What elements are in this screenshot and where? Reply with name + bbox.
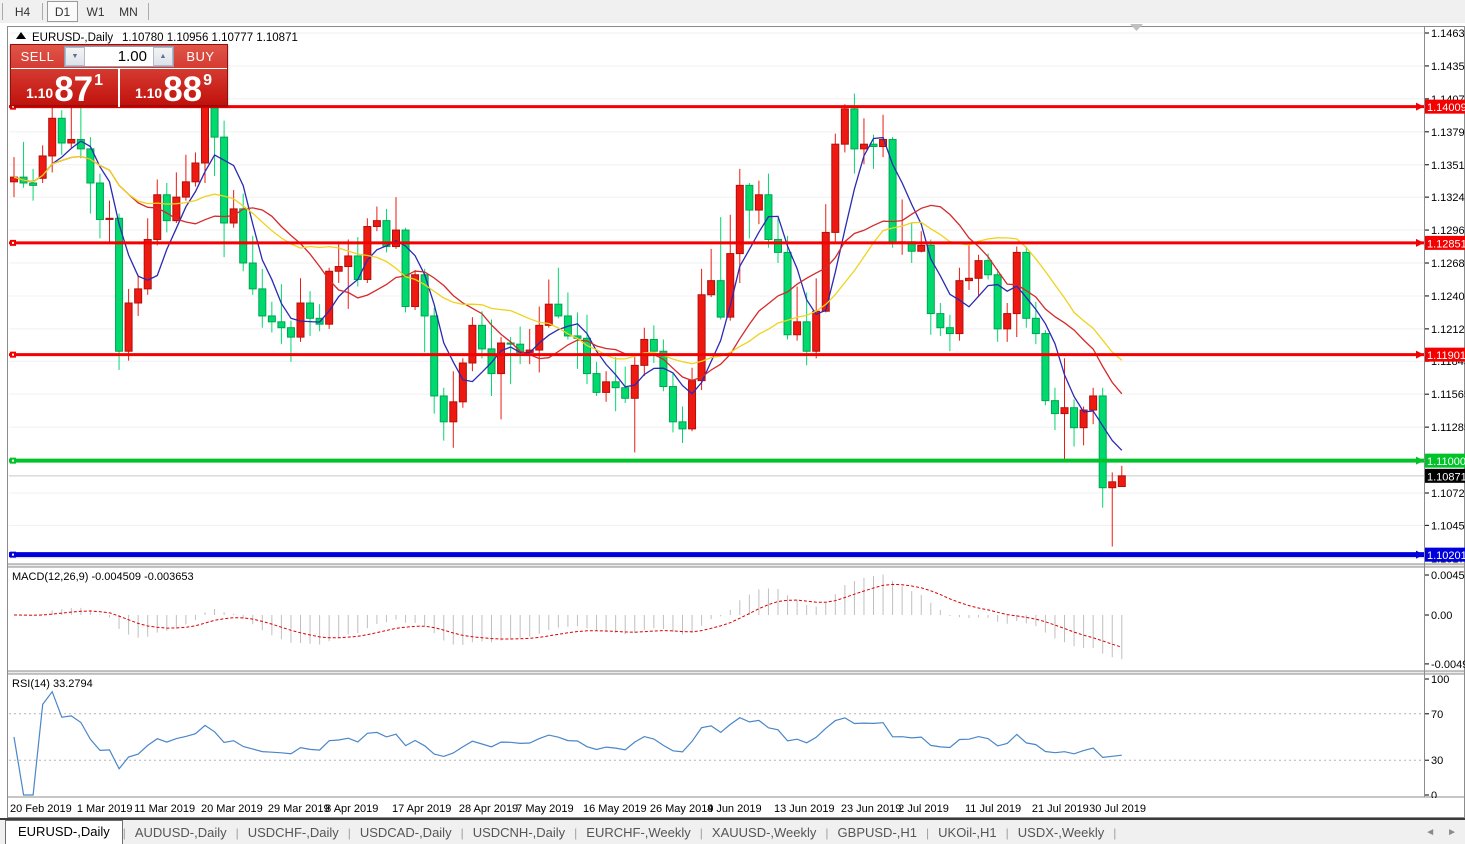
buy-price[interactable]: 1.10 88 9 (120, 69, 227, 107)
tab-usdchf[interactable]: USDCHF-,Daily (239, 822, 348, 844)
price-tick-label: 1.11565 (1431, 389, 1465, 401)
buy-price-prefix: 1.10 (135, 85, 162, 101)
tab-usdcnh[interactable]: USDCNH-,Daily (464, 822, 574, 844)
date-tick-label: 7 May 2019 (516, 803, 573, 815)
chart-title: EURUSD-,Daily (32, 32, 113, 44)
rsi-tick-label: 70 (1431, 709, 1443, 721)
date-tick-label: 11 Jul 2019 (965, 803, 1021, 815)
toolbar-separator (2, 3, 3, 20)
price-tick-label: 1.12120 (1431, 324, 1465, 336)
sell-price-main: 87 (54, 76, 93, 105)
rsi-label: RSI(14) 33.2794 (12, 678, 93, 690)
price-tick-label: 1.12960 (1431, 225, 1465, 237)
date-tick-label: 17 Apr 2019 (392, 803, 451, 815)
timeframe-toolbar: H4 D1W1MN (0, 0, 1465, 24)
price-badge-label: 1.10871 (1427, 471, 1465, 483)
price-badge-label: 1.11000 (1427, 456, 1465, 468)
tab-separator: | (1113, 826, 1116, 844)
tab-audusd[interactable]: AUDUSD-,Daily (126, 822, 236, 844)
toolbar-separator (148, 3, 149, 20)
price-tick-label: 1.10725 (1431, 488, 1465, 500)
date-tick-label: 29 Mar 2019 (268, 803, 330, 815)
macd-label: MACD(12,26,9) -0.004509 -0.003653 (12, 571, 194, 583)
tabs-scroll-left-icon[interactable]: ◄ (1425, 827, 1435, 838)
date-tick-label: 21 Jul 2019 (1032, 803, 1089, 815)
price-tick-label: 1.12680 (1431, 258, 1465, 270)
tabs-scroll-right-icon[interactable]: ► (1447, 827, 1457, 838)
chart-ohlc-values: 1.10780 1.10956 1.10777 1.10871 (122, 32, 298, 44)
date-tick-label: 20 Feb 2019 (10, 803, 72, 815)
price-tick-label: 1.13515 (1431, 160, 1465, 172)
price-badge-label: 1.12851 (1427, 238, 1465, 250)
one-click-trade-panel: SELL ▼ 1.00 ▲ BUY 1.10 87 1 1.10 88 9 (10, 44, 228, 106)
tab-eurusd[interactable]: EURUSD-,Daily (5, 820, 123, 844)
timeframe-button-h4[interactable]: H4 (7, 1, 38, 22)
rsi-tick-label: 100 (1431, 674, 1449, 686)
date-tick-label: 23 Jun 2019 (841, 803, 902, 815)
chart-canvas[interactable]: 1.146351.143551.140751.137951.135151.132… (0, 23, 1465, 818)
volume-value[interactable]: 1.00 (85, 47, 153, 66)
price-badge-label: 1.10201 (1427, 550, 1465, 562)
sell-price-pip: 1 (94, 72, 103, 90)
tab-gbpusd[interactable]: GBPUSD-,H1 (829, 822, 926, 844)
volume-increase-button[interactable]: ▲ (153, 47, 173, 66)
volume-decrease-button[interactable]: ▼ (65, 47, 85, 66)
price-tick-label: 1.14635 (1431, 28, 1465, 40)
volume-spinner: ▼ 1.00 ▲ (64, 46, 174, 67)
rsi-pane[interactable] (9, 674, 1424, 797)
sell-price[interactable]: 1.10 87 1 (11, 69, 118, 107)
date-tick-label: 11 Mar 2019 (134, 803, 195, 815)
line-marker-dot (12, 242, 14, 244)
date-tick-label: 26 May 2019 (650, 803, 714, 815)
line-marker-dot (12, 554, 14, 556)
toolbar-separator (42, 3, 43, 20)
tab-ukoil[interactable]: UKOil-,H1 (929, 822, 1006, 844)
date-tick-label: 4 Jun 2019 (707, 803, 761, 815)
date-tick-label: 8 Apr 2019 (325, 803, 378, 815)
macd-tick-label: 0.00 (1431, 610, 1452, 622)
price-tick-label: 1.14355 (1431, 61, 1465, 73)
price-tick-label: 1.12400 (1431, 291, 1465, 303)
date-tick-label: 16 May 2019 (583, 803, 647, 815)
buy-button[interactable]: BUY (174, 49, 227, 64)
timeframe-button-mn[interactable]: MN (113, 1, 144, 22)
line-marker-dot (12, 354, 14, 356)
date-tick-label: 20 Mar 2019 (201, 803, 263, 815)
macd-tick-label: -0.00494 (1431, 659, 1465, 671)
price-badge-label: 1.11901 (1427, 350, 1465, 362)
tab-usdcad[interactable]: USDCAD-,Daily (351, 822, 461, 844)
timeframe-button-w1[interactable]: W1 (80, 1, 111, 22)
sell-button[interactable]: SELL (11, 49, 64, 64)
sell-price-prefix: 1.10 (26, 85, 53, 101)
price-tick-label: 1.13240 (1431, 192, 1465, 204)
date-tick-label: 13 Jun 2019 (774, 803, 835, 815)
date-tick-label: 28 Apr 2019 (459, 803, 518, 815)
symbol-tabbar: EURUSD-,Daily|AUDUSD-,Daily|USDCHF-,Dail… (0, 818, 1465, 844)
price-tick-label: 1.13795 (1431, 127, 1465, 139)
buy-price-main: 88 (163, 76, 202, 105)
macd-tick-label: 0.004524 (1431, 570, 1465, 582)
date-tick-label: 30 Jul 2019 (1089, 803, 1146, 815)
tab-xauusd[interactable]: XAUUSD-,Weekly (703, 822, 826, 844)
rsi-tick-label: 30 (1431, 755, 1443, 767)
price-badge-label: 1.14009 (1427, 102, 1465, 114)
trading-terminal: { "toolbar": {"timeframes": [ {"label": … (0, 0, 1465, 844)
date-tick-label: 2 Jul 2019 (898, 803, 949, 815)
tab-usdx[interactable]: USDX-,Weekly (1009, 822, 1113, 844)
price-tick-label: 1.11285 (1431, 422, 1465, 434)
date-tick-label: 1 Mar 2019 (77, 803, 133, 815)
buy-price-pip: 9 (203, 72, 212, 90)
line-marker-dot (12, 460, 14, 462)
price-tick-label: 1.10450 (1431, 520, 1465, 532)
tab-eurchf[interactable]: EURCHF-,Weekly (577, 822, 700, 844)
timeframe-button-d1[interactable]: D1 (47, 1, 78, 22)
